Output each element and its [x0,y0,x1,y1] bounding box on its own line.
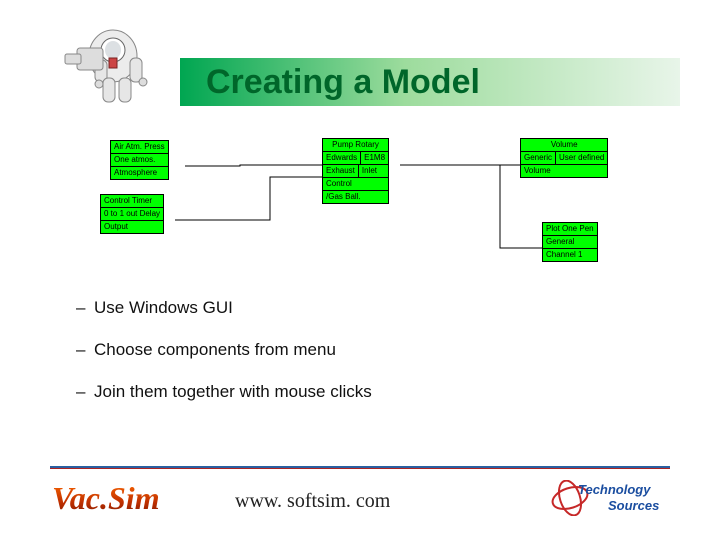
sponsor-line2: Sources [608,498,659,513]
block-plot-one-pen[interactable]: Plot One Pen General Channel 1 [542,222,598,262]
bullet-dash-icon: – [76,382,94,402]
block-control-timer[interactable]: Control Timer 0 to 1 out Delay Output [100,194,164,234]
bullet-text: Join them together with mouse clicks [94,382,372,402]
block-vendor: Edwards [323,152,361,164]
block-title: Air Atm. Press [111,141,168,153]
port-exhaust[interactable]: Exhaust [323,165,359,177]
bullet-text: Choose components from menu [94,340,336,360]
block-kind: Generic [521,152,556,164]
block-volume[interactable]: Volume Generic User defined Volume [520,138,608,178]
bullet-list: – Use Windows GUI – Choose components fr… [76,298,386,424]
block-title: Control Timer [101,195,155,207]
port-volume[interactable]: Volume [521,165,554,177]
model-diagram: Air Atm. Press One atmos. Atmosphere Con… [100,130,660,290]
port-atmosphere[interactable]: Atmosphere [111,167,160,179]
sponsor-line1: Technology [578,482,651,497]
port-channel-1[interactable]: Channel 1 [543,249,585,261]
page-title: Creating a Model [206,63,480,102]
website-url: www. softsim. com [235,490,390,513]
block-subtitle: One atmos. [111,154,158,166]
title-banner: Creating a Model [180,58,680,106]
list-item: – Choose components from menu [76,340,386,360]
bullet-dash-icon: – [76,298,94,318]
list-item: – Use Windows GUI [76,298,386,318]
port-inlet[interactable]: Inlet [359,165,380,177]
port-gas-ballast[interactable]: /Gas Ball. [323,191,364,203]
block-title: Plot One Pen [543,223,597,235]
block-detail: User defined [556,152,607,164]
astronaut-image [35,12,165,117]
bullet-dash-icon: – [76,340,94,360]
block-subtitle: General [543,236,577,248]
block-subtitle: 0 to 1 out Delay [101,208,163,220]
brand-logo: Vac.Sim [52,480,160,517]
block-title: Pump Rotary [323,139,388,151]
block-air-atm-press[interactable]: Air Atm. Press One atmos. Atmosphere [110,140,169,180]
technology-sources-logo: Technology Sources [550,480,680,516]
port-output[interactable]: Output [101,221,131,233]
list-item: – Join them together with mouse clicks [76,382,386,402]
block-pump-rotary[interactable]: Pump Rotary Edwards E1M8 Exhaust Inlet C… [322,138,389,204]
footer-divider [50,466,670,469]
block-title: Volume [521,139,607,151]
block-model: E1M8 [361,152,388,164]
bullet-text: Use Windows GUI [94,298,233,318]
port-control[interactable]: Control [323,178,355,190]
